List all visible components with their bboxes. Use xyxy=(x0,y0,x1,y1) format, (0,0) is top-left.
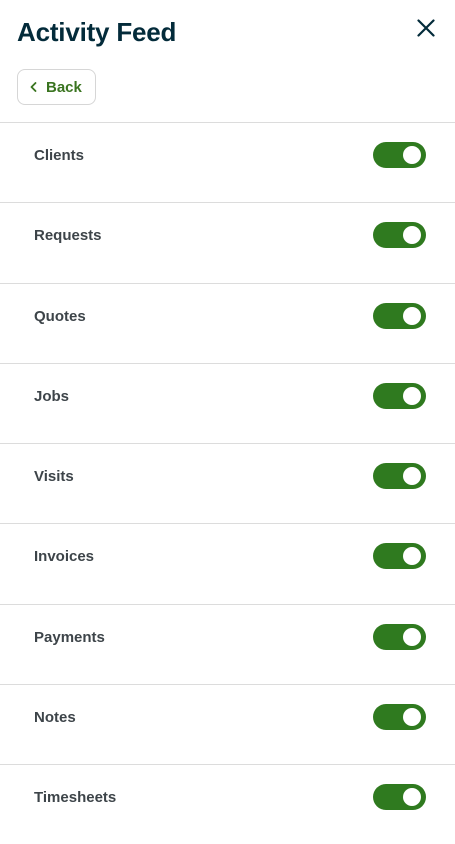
settings-list: Clients Requests Quotes Jobs Visits Invo… xyxy=(0,123,455,844)
setting-label: Requests xyxy=(34,227,102,245)
toggle-invoices[interactable] xyxy=(373,543,426,570)
toggle-visits[interactable] xyxy=(373,463,426,490)
setting-label: Invoices xyxy=(34,548,95,566)
setting-row-visits: Visits xyxy=(0,444,455,525)
setting-row-requests: Requests xyxy=(0,203,455,284)
toggle-clients[interactable] xyxy=(373,142,426,168)
close-button[interactable] xyxy=(411,13,441,43)
toggle-knob xyxy=(403,547,421,566)
page-title: Activity Feed xyxy=(17,17,177,47)
setting-row-invoices: Invoices xyxy=(0,524,455,605)
toggle-knob xyxy=(403,386,421,405)
activity-feed-panel: Activity Feed Back Clients Requests Quot… xyxy=(0,0,455,844)
toggle-knob xyxy=(403,146,421,164)
setting-row-clients: Clients xyxy=(0,123,455,204)
setting-label: Timesheets xyxy=(34,789,117,807)
toggle-knob xyxy=(403,788,421,807)
setting-row-notes: Notes xyxy=(0,685,455,766)
setting-label: Visits xyxy=(34,468,74,486)
toggle-notes[interactable] xyxy=(373,704,426,731)
back-button-label: Back xyxy=(46,78,82,96)
back-button[interactable]: Back xyxy=(17,69,96,105)
setting-row-payments: Payments xyxy=(0,605,455,686)
panel-header: Activity Feed Back xyxy=(0,0,455,123)
toggle-knob xyxy=(403,708,421,727)
chevron-left-icon xyxy=(30,82,37,92)
close-icon xyxy=(417,19,435,37)
setting-row-jobs: Jobs xyxy=(0,364,455,445)
toggle-payments[interactable] xyxy=(373,623,426,650)
toggle-knob xyxy=(403,306,421,325)
setting-label: Jobs xyxy=(34,387,70,405)
setting-label: Clients xyxy=(34,147,85,164)
toggle-knob xyxy=(403,627,421,646)
toggle-jobs[interactable] xyxy=(373,382,426,409)
setting-label: Notes xyxy=(34,709,76,727)
toggle-quotes[interactable] xyxy=(373,302,426,329)
toggle-timesheets[interactable] xyxy=(373,784,426,811)
setting-label: Payments xyxy=(34,628,105,646)
toggle-knob xyxy=(403,467,421,486)
setting-row-timesheets: Timesheets xyxy=(0,765,455,844)
toggle-requests[interactable] xyxy=(373,222,426,249)
setting-label: Quotes xyxy=(34,307,86,325)
setting-row-quotes: Quotes xyxy=(0,284,455,364)
toggle-knob xyxy=(403,226,421,245)
